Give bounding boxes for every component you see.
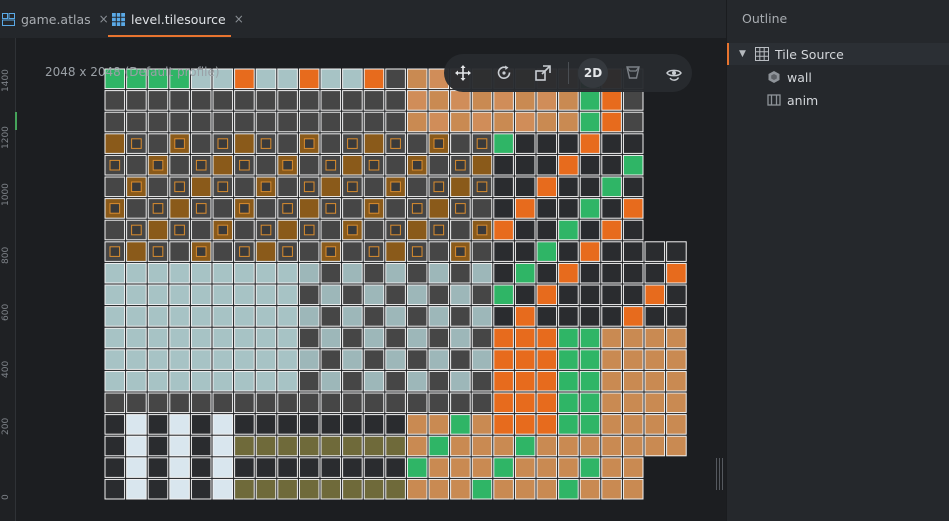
- 2d-toggle-button[interactable]: 2D: [578, 58, 608, 88]
- tab-game-atlas[interactable]: game.atlas ×: [2, 0, 109, 38]
- ruler-label-1000: 1000: [1, 183, 11, 206]
- visibility-filter-button[interactable]: [621, 61, 645, 85]
- tree-item-anim[interactable]: anim: [727, 89, 949, 111]
- move-tool-button[interactable]: [451, 61, 475, 85]
- tab-label: game.atlas: [21, 11, 91, 27]
- ruler-position-marker: [15, 112, 17, 130]
- app-window: game.atlas × level.tilesource × 1400 120…: [0, 0, 949, 521]
- tile-sheet-image: [104, 68, 687, 500]
- filter-icon: [626, 66, 640, 79]
- scene-toolbar: 2D: [444, 54, 692, 92]
- tree-item-tile-source[interactable]: ▼ Tile Source: [727, 43, 949, 65]
- tab-label: level.tilesource: [131, 11, 226, 27]
- tab-level-tilesource[interactable]: level.tilesource ×: [112, 0, 244, 38]
- ruler-label-0: 0: [1, 494, 11, 500]
- scale-icon: [535, 65, 551, 81]
- active-tab-indicator: [108, 35, 231, 37]
- collision-hexagon-icon: [767, 70, 781, 84]
- outline-panel: Outline ▼ Tile Source wall anim: [726, 0, 949, 521]
- tab-bar: game.atlas × level.tilesource ×: [0, 0, 726, 38]
- ruler-label-1400: 1400: [1, 69, 11, 92]
- ruler-label-600: 600: [1, 303, 11, 321]
- atlas-icon: [2, 12, 15, 26]
- animation-icon: [767, 93, 781, 107]
- vertical-scrollbar[interactable]: [716, 38, 726, 521]
- profile-label: 2048 x 2048 (Default profile): [45, 65, 220, 79]
- panel-title: Outline: [742, 11, 788, 26]
- eye-reset-icon: [666, 69, 682, 81]
- rotate-tool-button[interactable]: [492, 61, 516, 85]
- scroll-grip[interactable]: [716, 458, 724, 490]
- toolbar-divider: [568, 62, 569, 84]
- tilesource-icon: [112, 12, 125, 26]
- caret-down-icon[interactable]: ▼: [739, 49, 749, 59]
- move-icon: [455, 65, 471, 81]
- ruler-label-200: 200: [1, 417, 11, 435]
- ruler-label-400: 400: [1, 360, 11, 378]
- tree-item-label: anim: [787, 92, 819, 108]
- tree-item-label: Tile Source: [775, 46, 844, 62]
- scale-tool-button[interactable]: [531, 61, 555, 85]
- tree-item-wall[interactable]: wall: [727, 66, 949, 88]
- close-icon[interactable]: ×: [99, 12, 109, 26]
- camera-reset-button[interactable]: [662, 61, 686, 85]
- vertical-ruler: 1400 1200 1000 800 600 400 200 0: [0, 38, 17, 521]
- rotate-icon: [497, 65, 511, 79]
- scene-view[interactable]: 1400 1200 1000 800 600 400 200 0 2048 x …: [0, 38, 716, 521]
- tree-item-label: wall: [787, 69, 812, 85]
- ruler-label-1200: 1200: [1, 126, 11, 149]
- close-icon[interactable]: ×: [234, 12, 244, 26]
- ruler-label-800: 800: [1, 246, 11, 264]
- grid-icon: [755, 47, 769, 61]
